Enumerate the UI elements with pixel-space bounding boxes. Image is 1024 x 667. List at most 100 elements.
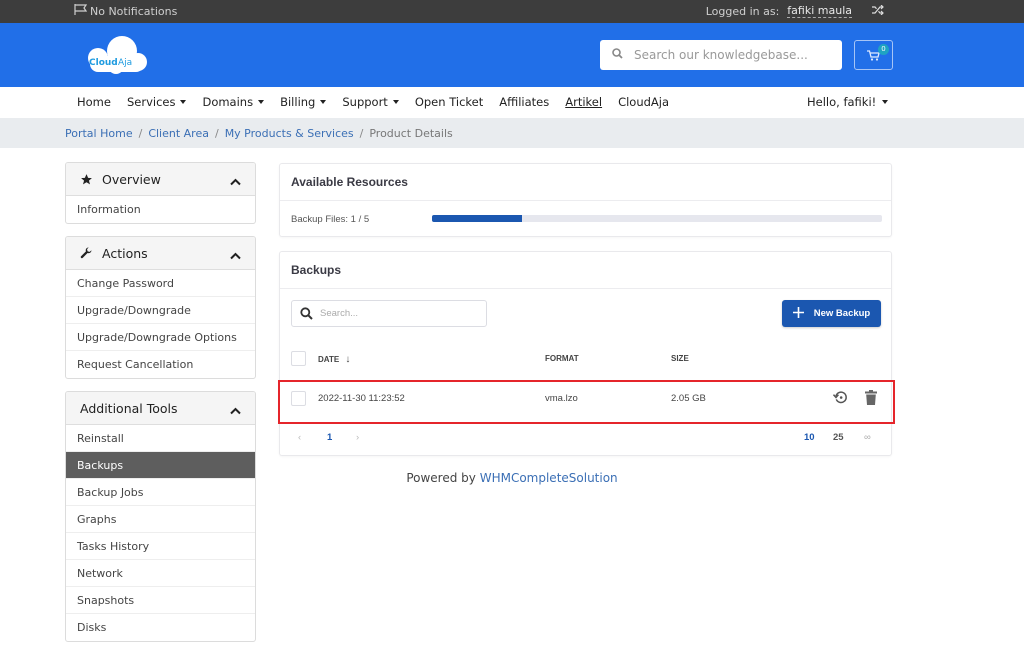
nav-support[interactable]: Support: [342, 95, 399, 109]
nav-cloudaja[interactable]: CloudAja: [618, 95, 669, 109]
main-nav: Home Services Domains Billing Support Op…: [0, 87, 1024, 118]
search-icon: [600, 48, 634, 62]
cart-button[interactable]: 0: [854, 40, 893, 70]
page-1[interactable]: 1: [327, 432, 332, 443]
cloudaja-logo[interactable]: Cloud Aja: [84, 34, 148, 76]
nav-label: Open Ticket: [414, 95, 484, 109]
chevron-up-icon[interactable]: [230, 248, 241, 263]
knowledgebase-search-input[interactable]: [634, 48, 834, 62]
column-size[interactable]: SIZE: [671, 354, 689, 363]
page-size-10[interactable]: 10: [804, 432, 815, 443]
nav-affiliates[interactable]: Affiliates: [499, 95, 549, 109]
sort-desc-icon: ↓: [345, 354, 351, 365]
breadcrumb-separator: /: [138, 126, 143, 140]
breadcrumb-portal-home[interactable]: Portal Home: [65, 127, 133, 140]
sidebar-item-change-password[interactable]: Change Password: [66, 270, 255, 297]
flag-icon: [74, 4, 88, 18]
nav-open-ticket[interactable]: Open Ticket: [415, 95, 483, 109]
backup-files-resource: Backup Files: 1 / 5: [280, 201, 891, 237]
overview-title: Overview: [102, 171, 161, 187]
sidebar-item-tasks-history[interactable]: Tasks History: [66, 533, 255, 560]
nav-label: Artikel: [565, 95, 603, 109]
nav-label: CloudAja: [618, 95, 670, 109]
chevron-up-icon[interactable]: [230, 403, 241, 418]
sidebar-item-reinstall[interactable]: Reinstall: [66, 425, 255, 452]
backups-search-input[interactable]: [320, 308, 470, 319]
row-checkbox[interactable]: [291, 391, 306, 406]
backup-files-label: Backup Files: 1 / 5: [291, 213, 370, 225]
nav-label: Support: [342, 95, 388, 109]
next-page-icon[interactable]: ›: [356, 432, 359, 443]
column-format[interactable]: FORMAT: [545, 354, 579, 363]
pagination: ‹ 1 › 10 25 ∞: [280, 430, 891, 450]
available-resources-title: Available Resources: [280, 164, 891, 201]
nav-label: Domains: [202, 95, 254, 109]
top-bar: No Notifications Logged in as: fafiki ma…: [0, 0, 1024, 23]
footer: Powered by WHMCompleteSolution: [0, 471, 1024, 485]
nav-domains[interactable]: Domains: [202, 95, 265, 109]
shuffle-icon[interactable]: [872, 4, 884, 18]
caret-down-icon: [320, 100, 327, 104]
caret-down-icon: [882, 100, 889, 104]
restore-icon[interactable]: [832, 390, 848, 408]
user-account-link[interactable]: fafiki maula: [787, 4, 852, 18]
nav-artikel[interactable]: Artikel: [565, 95, 602, 109]
overview-panel: Overview Information: [65, 162, 256, 224]
table-row: 2022-11-30 11:23:52 vma.lzo 2.05 GB: [280, 382, 891, 420]
sidebar: Overview Information Actions Change Pass…: [65, 162, 256, 654]
logged-in-label: Logged in as:: [705, 4, 780, 18]
wrench-icon: [80, 247, 94, 260]
sidebar-item-upgrade-downgrade-options[interactable]: Upgrade/Downgrade Options: [66, 324, 255, 351]
notifications-text: No Notifications: [90, 4, 178, 18]
caret-down-icon: [392, 100, 399, 104]
backup-size: 2.05 GB: [671, 393, 706, 404]
sidebar-item-request-cancellation[interactable]: Request Cancellation: [66, 351, 255, 378]
knowledgebase-search[interactable]: [600, 40, 842, 70]
backups-card: Backups New Backup DATE ↓ FORMAT SIZE 20…: [279, 251, 892, 456]
backups-search[interactable]: [291, 300, 487, 327]
actions-panel-header[interactable]: Actions: [66, 237, 255, 270]
backup-date: 2022-11-30 11:23:52: [318, 393, 405, 404]
star-icon: [80, 173, 94, 186]
sidebar-item-graphs[interactable]: Graphs: [66, 506, 255, 533]
nav-billing[interactable]: Billing: [280, 95, 327, 109]
new-backup-label: New Backup: [813, 308, 871, 319]
column-date[interactable]: DATE ↓: [318, 354, 350, 365]
whmcs-link[interactable]: WHMCompleteSolution: [480, 471, 618, 485]
breadcrumb: Portal Home / Client Area / My Products …: [0, 118, 1024, 148]
actions-panel: Actions Change Password Upgrade/Downgrad…: [65, 236, 256, 379]
logo-text-light: Aja: [118, 58, 132, 68]
nav-home[interactable]: Home: [77, 95, 111, 109]
chevron-up-icon[interactable]: [230, 174, 241, 189]
page-size-25[interactable]: 25: [833, 432, 844, 443]
new-backup-button[interactable]: New Backup: [782, 300, 881, 327]
sidebar-item-disks[interactable]: Disks: [66, 614, 255, 641]
backup-format: vma.lzo: [545, 393, 578, 404]
cart-count-badge: 0: [878, 44, 889, 55]
actions-title: Actions: [102, 245, 148, 261]
sidebar-item-snapshots[interactable]: Snapshots: [66, 587, 255, 614]
overview-panel-header[interactable]: Overview: [66, 163, 255, 196]
caret-down-icon: [180, 100, 187, 104]
nav-label: Home: [77, 95, 111, 109]
sidebar-item-upgrade-downgrade[interactable]: Upgrade/Downgrade: [66, 297, 255, 324]
sidebar-item-information[interactable]: Information: [66, 196, 255, 223]
nav-services[interactable]: Services: [127, 95, 187, 109]
select-all-checkbox[interactable]: [291, 351, 306, 366]
nav-label: Billing: [280, 95, 316, 109]
sidebar-item-network[interactable]: Network: [66, 560, 255, 587]
backups-table-header: DATE ↓ FORMAT SIZE: [280, 350, 891, 370]
page-size-all[interactable]: ∞: [864, 432, 871, 443]
breadcrumb-client-area[interactable]: Client Area: [148, 127, 209, 140]
column-date-label: DATE: [318, 355, 340, 364]
notifications-link[interactable]: No Notifications: [74, 4, 177, 18]
breadcrumb-current: Product Details: [369, 126, 453, 140]
caret-down-icon: [258, 100, 265, 104]
prev-page-icon[interactable]: ‹: [298, 432, 301, 443]
trash-icon[interactable]: [865, 390, 877, 408]
breadcrumb-my-products[interactable]: My Products & Services: [225, 127, 354, 140]
plus-icon: [792, 306, 804, 321]
account-menu[interactable]: Hello, fafiki!: [807, 95, 889, 109]
additional-tools-panel-header[interactable]: Additional Tools: [66, 392, 255, 425]
backups-title: Backups: [280, 252, 891, 289]
